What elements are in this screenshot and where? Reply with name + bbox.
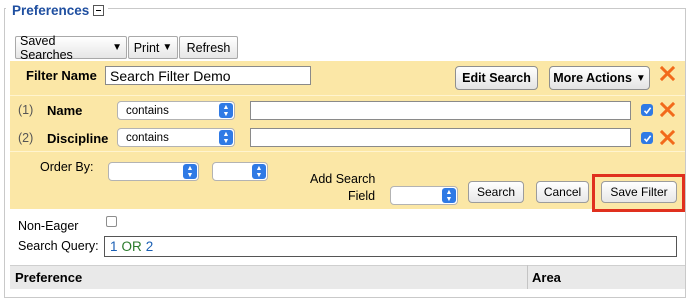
select-arrows-icon: ▲ ▼ [219, 103, 233, 118]
more-actions-label: More Actions [553, 71, 632, 85]
chevron-down-icon: ▼ [162, 42, 173, 53]
refresh-label: Refresh [186, 40, 231, 55]
criterion-index: (2) [18, 131, 34, 145]
edit-search-label: Edit Search [462, 71, 531, 85]
close-filter-icon[interactable] [660, 66, 675, 81]
criterion-checkbox[interactable] [641, 132, 653, 144]
chevron-down-icon: ▼ [635, 72, 646, 84]
select-arrows-icon: ▲ ▼ [442, 188, 456, 203]
divider [10, 95, 685, 96]
print-button[interactable]: Print ▼ [128, 36, 178, 59]
chevron-down-icon: ▼ [112, 42, 122, 53]
add-search-field-label-1: Add Search [310, 172, 376, 186]
criterion-value-input[interactable] [250, 101, 631, 120]
filter-name-input[interactable]: Search Filter Demo [105, 66, 311, 85]
operator-select[interactable]: contains ▲ ▼ [117, 101, 235, 120]
order-direction-select[interactable]: ▲ ▼ [212, 162, 268, 181]
search-button[interactable]: Search [468, 181, 524, 203]
column-header-preference[interactable]: Preference [15, 270, 82, 285]
delete-criterion-icon[interactable] [660, 102, 675, 117]
operator-value: contains [126, 104, 169, 117]
column-divider [527, 265, 528, 289]
print-label: Print [133, 40, 160, 55]
add-search-field-label-2: Field [348, 189, 376, 203]
save-filter-highlight [592, 174, 685, 212]
saved-searches-label: Saved Searches [20, 33, 73, 62]
non-eager-label: Non-Eager [18, 219, 79, 233]
search-query-label: Search Query: [18, 239, 99, 253]
operator-value: contains [126, 131, 169, 144]
query-term: 2 [145, 239, 154, 254]
select-arrows-icon: ▲ ▼ [219, 130, 233, 145]
operator-select[interactable]: contains ▲ ▼ [117, 128, 235, 147]
criterion-field-label: Discipline [47, 131, 109, 146]
section-legend: Preferences [6, 1, 109, 19]
query-term: 1 [110, 239, 118, 254]
search-label: Search [476, 185, 516, 199]
order-field-select[interactable]: ▲ ▼ [108, 162, 199, 181]
criterion-checkbox[interactable] [641, 104, 653, 116]
criterion-value-input[interactable] [250, 128, 631, 147]
filter-name-label: Filter Name [26, 68, 97, 83]
criterion-index: (1) [18, 103, 34, 117]
select-arrows-icon: ▲ ▼ [252, 164, 266, 179]
add-search-field-select[interactable]: ▲ ▼ [390, 186, 458, 205]
column-header-area[interactable]: Area [532, 270, 561, 285]
results-table-header [10, 265, 685, 289]
delete-criterion-icon[interactable] [660, 130, 675, 145]
section-title: Preferences [12, 2, 90, 18]
search-query-input[interactable]: 1 OR 2 [104, 236, 677, 257]
collapse-icon[interactable] [93, 4, 105, 16]
edit-search-button[interactable]: Edit Search [455, 66, 538, 90]
order-by-label: Order By: [40, 160, 94, 174]
saved-searches-button[interactable]: Saved Searches ▼ [15, 33, 127, 62]
query-operator: OR [121, 239, 142, 254]
more-actions-button[interactable]: More Actions ▼ [549, 66, 650, 90]
select-arrows-icon: ▲ ▼ [183, 164, 197, 179]
divider [10, 151, 685, 152]
cancel-label: Cancel [543, 185, 582, 199]
criterion-field-label: Name [47, 103, 83, 118]
refresh-button[interactable]: Refresh [179, 36, 238, 59]
cancel-button[interactable]: Cancel [536, 181, 589, 203]
non-eager-checkbox[interactable] [106, 216, 117, 227]
